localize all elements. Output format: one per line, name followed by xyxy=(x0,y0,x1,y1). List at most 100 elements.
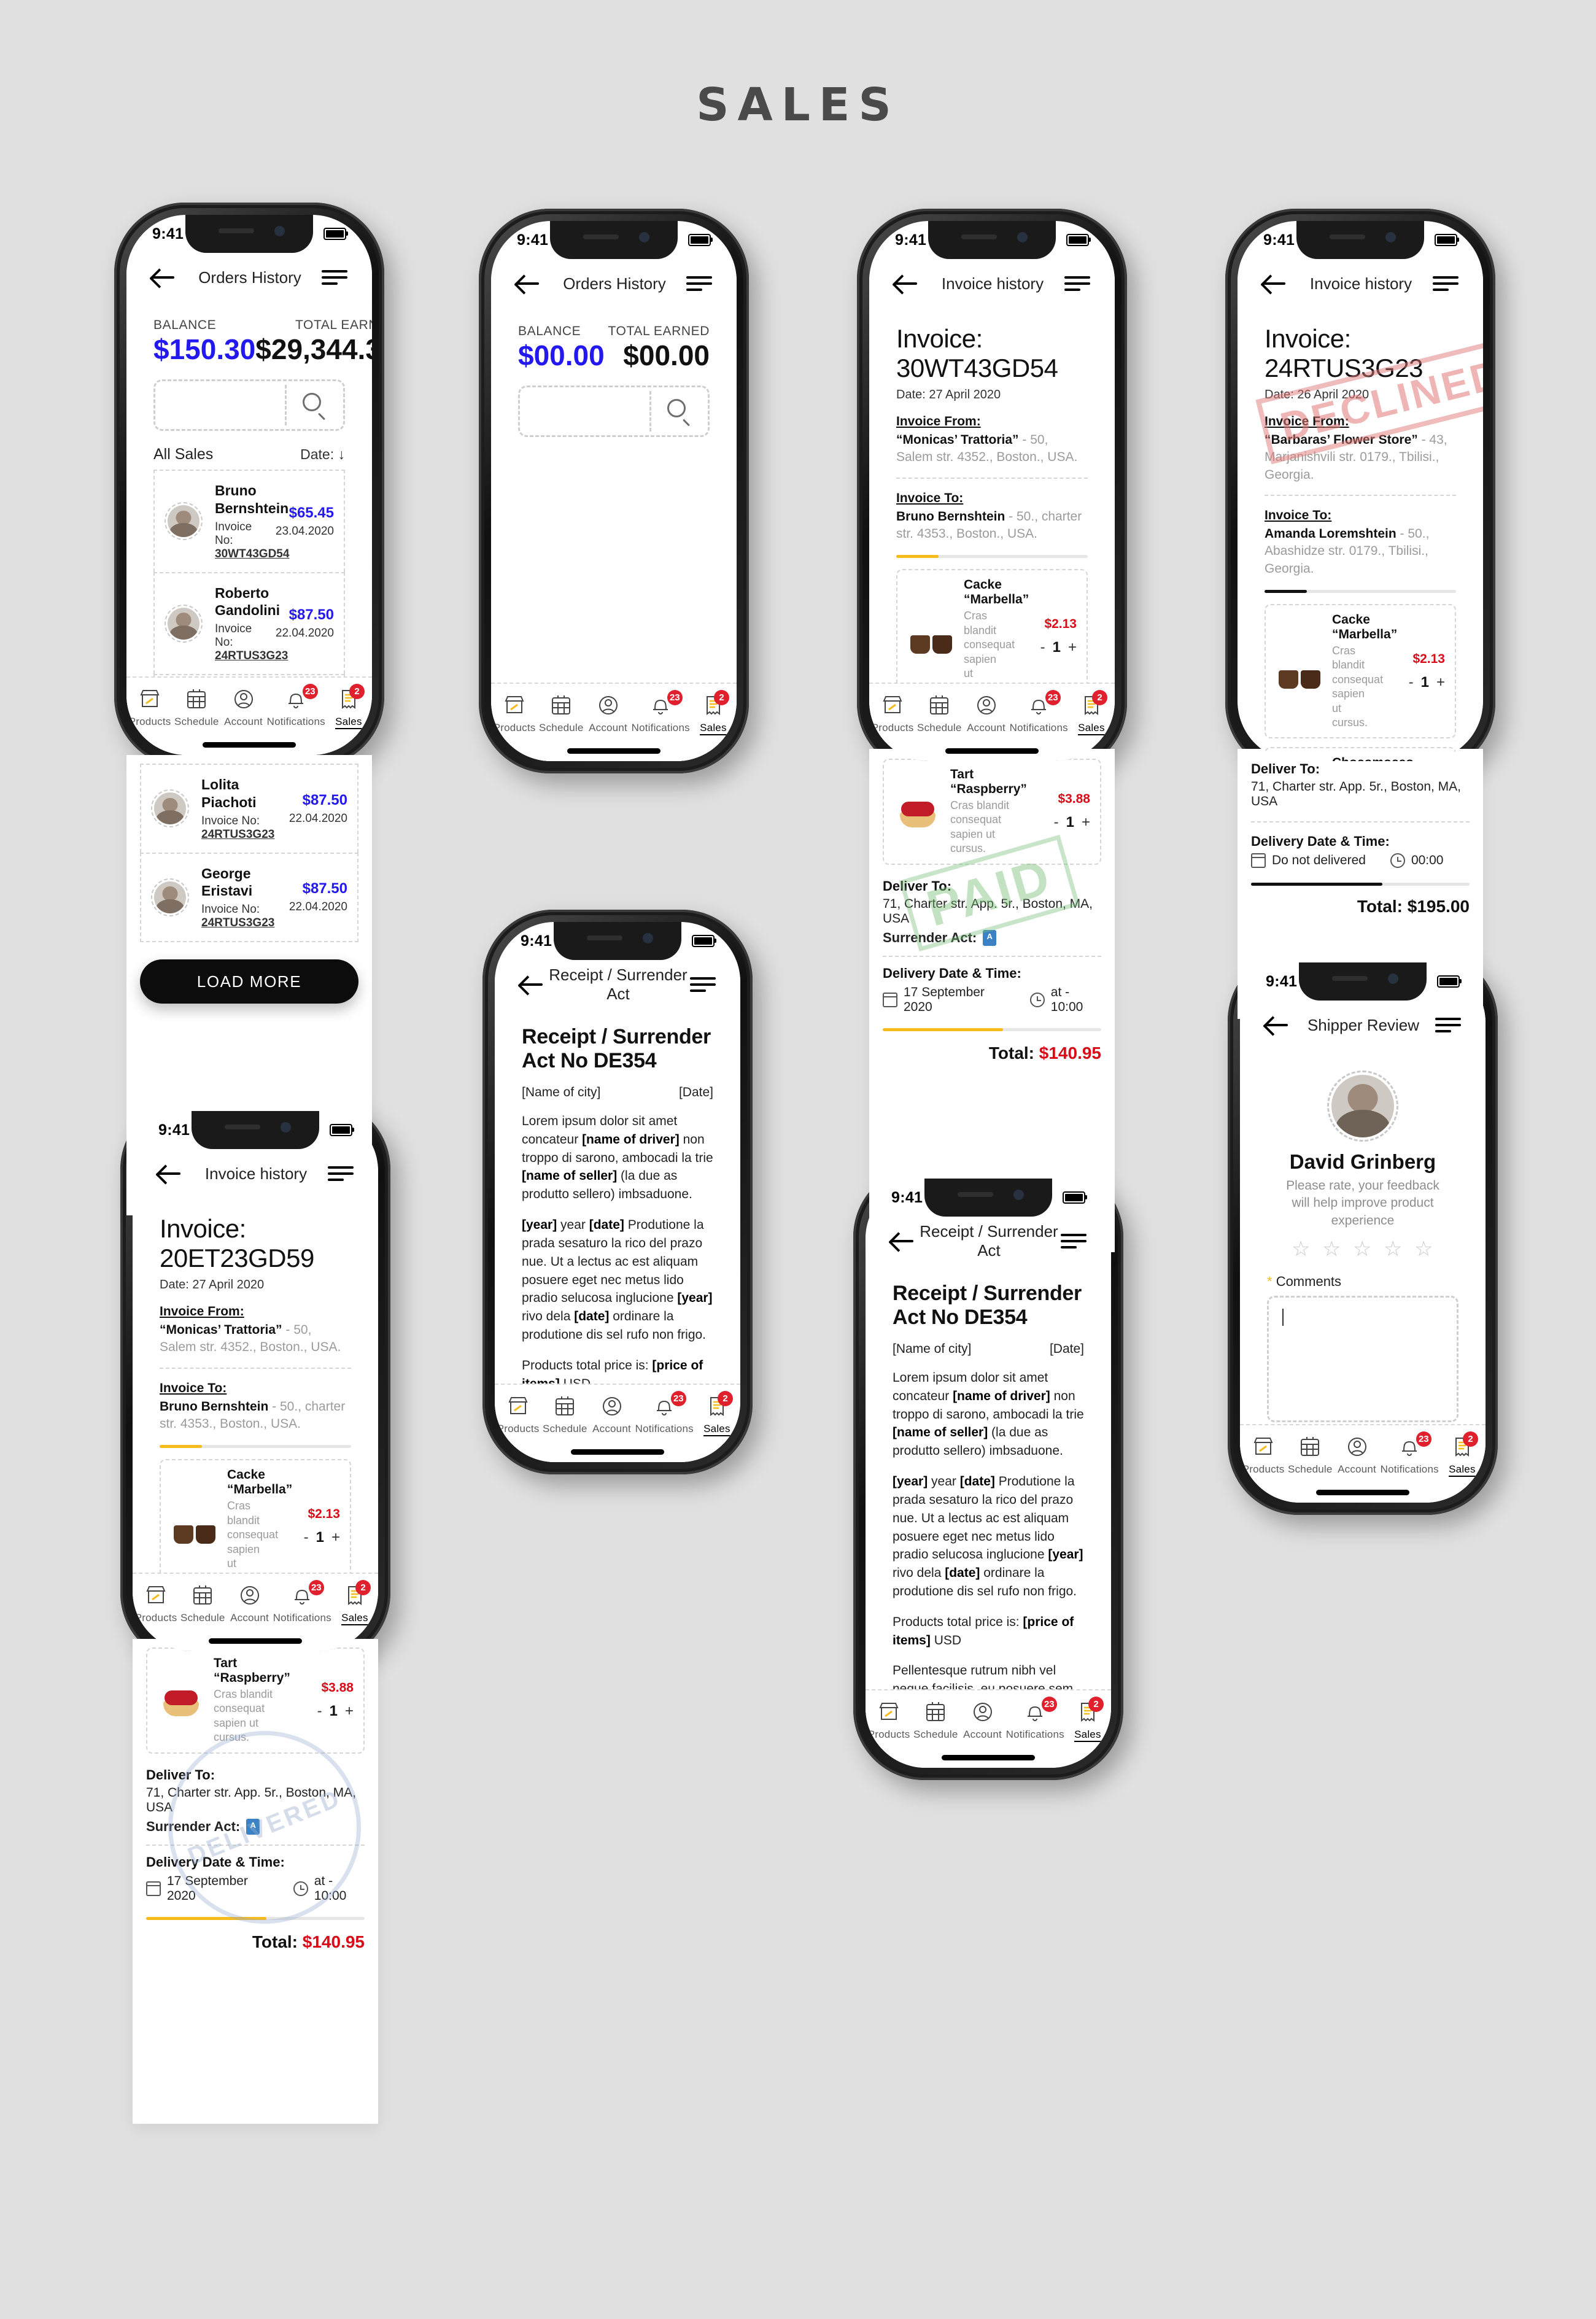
hamburger-menu-icon[interactable] xyxy=(1435,1016,1461,1034)
search-icon[interactable] xyxy=(303,393,327,417)
qty-decrement[interactable]: - xyxy=(1040,639,1045,656)
star-5[interactable]: ☆ xyxy=(1414,1239,1434,1260)
quantity-stepper[interactable]: -1 + xyxy=(273,1529,340,1546)
invoice-number[interactable]: 24RTUS3G23 xyxy=(201,828,274,841)
tab-schedule[interactable]: Schedule xyxy=(1287,1434,1333,1476)
tab-notifications[interactable]: 23 Notifications xyxy=(1006,1697,1064,1741)
pdf-icon[interactable] xyxy=(246,1818,260,1835)
tab-products[interactable]: Products xyxy=(495,1393,541,1435)
search-input[interactable] xyxy=(153,379,345,431)
back-arrow-icon[interactable] xyxy=(519,974,546,996)
surrender-act-row[interactable]: Surrender Act: xyxy=(883,929,1101,946)
back-arrow-icon[interactable] xyxy=(1265,1014,1292,1036)
tab-notifications[interactable]: 23 Notifications xyxy=(1010,690,1068,734)
invoice-number[interactable]: 24RTUS3G23 xyxy=(215,649,288,662)
star-4[interactable]: ☆ xyxy=(1384,1239,1403,1260)
star-rating[interactable]: ☆ ☆ ☆ ☆ ☆ xyxy=(1240,1239,1486,1260)
tab-products[interactable]: Products xyxy=(869,692,916,734)
tab-account[interactable]: Account xyxy=(584,692,631,734)
tab-account[interactable]: Account xyxy=(1333,1434,1380,1476)
tab-sales[interactable]: 2 Sales xyxy=(325,684,372,729)
qty-increment[interactable]: + xyxy=(1068,639,1077,656)
tab-account[interactable]: Account xyxy=(963,692,1009,734)
hamburger-menu-icon[interactable] xyxy=(328,1165,354,1182)
tab-notifications[interactable]: 23 Notifications xyxy=(267,684,325,728)
tab-schedule[interactable]: Schedule xyxy=(173,686,220,728)
qty-decrement[interactable]: - xyxy=(317,1703,322,1720)
tab-products[interactable]: Products xyxy=(866,1699,912,1741)
invoice-number[interactable]: 24RTUS3G23 xyxy=(201,916,274,929)
hamburger-menu-icon[interactable] xyxy=(690,976,716,993)
search-input[interactable] xyxy=(518,385,710,437)
document-meta: [Name of city] [Date] xyxy=(495,1073,740,1100)
tab-schedule[interactable]: Schedule xyxy=(916,692,963,734)
tab-sales[interactable]: 2 Sales xyxy=(1064,1697,1111,1742)
search-icon[interactable] xyxy=(667,399,692,424)
invoice-number[interactable]: 30WT43GD54 xyxy=(215,548,289,560)
star-1[interactable]: ☆ xyxy=(1292,1239,1311,1260)
table-row[interactable]: Bruno Bernshtein Invoice No: 30WT43GD54 … xyxy=(153,470,345,572)
tab-notifications[interactable]: 23 Notifications xyxy=(635,1391,694,1435)
surrender-act-row[interactable]: Surrender Act: xyxy=(146,1818,365,1835)
back-arrow-icon[interactable] xyxy=(890,1230,917,1252)
delivery-datetime-values: 17 September 2020 at - 10:00 xyxy=(883,985,1101,1015)
back-arrow-icon[interactable] xyxy=(1262,273,1289,295)
tab-sales[interactable]: 2 Sales xyxy=(1068,690,1115,735)
star-3[interactable]: ☆ xyxy=(1353,1239,1373,1260)
table-row[interactable]: Roberto Gandolini Invoice No: 24RTUS3G23… xyxy=(153,571,345,674)
tab-notifications[interactable]: 23 Notifications xyxy=(273,1580,331,1624)
quantity-stepper[interactable]: -1 + xyxy=(1009,639,1077,656)
tab-notifications[interactable]: 23 Notifications xyxy=(1381,1431,1439,1476)
product-price: $3.88 xyxy=(321,1681,354,1695)
tab-products[interactable]: Products xyxy=(126,686,173,728)
hamburger-menu-icon[interactable] xyxy=(686,275,712,292)
tab-account[interactable]: Account xyxy=(220,686,266,728)
tab-account[interactable]: Account xyxy=(588,1393,635,1435)
hamburger-menu-icon[interactable] xyxy=(322,269,347,286)
back-arrow-icon[interactable] xyxy=(151,266,178,288)
sales-badge: 2 xyxy=(349,684,365,699)
sort-by-date-control[interactable]: Date: ↓ xyxy=(300,446,345,463)
table-row[interactable]: Lolita Piachoti Invoice No: 24RTUS3G23 $… xyxy=(140,764,358,853)
tab-schedule[interactable]: Schedule xyxy=(541,1393,588,1435)
load-more-button[interactable]: LOAD MORE xyxy=(140,959,358,1004)
qty-decrement[interactable]: - xyxy=(304,1529,309,1546)
pdf-icon[interactable] xyxy=(983,929,997,946)
quantity-stepper[interactable]: -1 + xyxy=(286,1703,354,1720)
quantity-stepper[interactable]: -1 + xyxy=(1023,814,1090,831)
tab-products[interactable]: Products xyxy=(133,1582,179,1624)
qty-decrement[interactable]: - xyxy=(1409,674,1414,691)
qty-increment[interactable]: + xyxy=(331,1529,340,1546)
qty-decrement[interactable]: - xyxy=(1054,814,1059,831)
back-arrow-icon[interactable] xyxy=(516,273,543,295)
tab-account[interactable]: Account xyxy=(959,1699,1005,1741)
list-item[interactable]: ChocomoccoCras blandit consequat sapien … xyxy=(1265,747,1456,761)
comments-input[interactable] xyxy=(1267,1296,1458,1423)
tab-sales[interactable]: 2 Sales xyxy=(1439,1431,1486,1477)
tab-products[interactable]: Products xyxy=(491,692,538,734)
tab-sales[interactable]: 2 Sales xyxy=(331,1580,378,1625)
tab-account[interactable]: Account xyxy=(226,1582,273,1624)
tab-notifications[interactable]: 23 Notifications xyxy=(632,690,690,734)
table-row[interactable]: George Eristavi Invoice No: 24RTUS3G23 $… xyxy=(140,852,358,942)
tab-sales[interactable]: 2 Sales xyxy=(690,690,737,735)
tab-schedule[interactable]: Schedule xyxy=(179,1582,226,1624)
tab-sales[interactable]: 2 Sales xyxy=(694,1391,740,1436)
tab-schedule[interactable]: Schedule xyxy=(538,692,584,734)
hamburger-menu-icon[interactable] xyxy=(1064,275,1090,292)
quantity-stepper[interactable]: -1 + xyxy=(1377,674,1445,691)
back-arrow-icon[interactable] xyxy=(157,1163,184,1185)
qty-increment[interactable]: + xyxy=(345,1703,354,1720)
hamburger-menu-icon[interactable] xyxy=(1061,1233,1087,1250)
list-item[interactable]: Tart “Raspberry” Cras blandit consequat … xyxy=(883,759,1101,865)
list-item[interactable]: Cacke “Marbella” Cras blandit consequat s… xyxy=(1265,604,1456,739)
tab-schedule[interactable]: Schedule xyxy=(912,1699,959,1741)
qty-increment[interactable]: + xyxy=(1436,674,1445,691)
star-2[interactable]: ☆ xyxy=(1322,1239,1342,1260)
delivery-datetime-values: 17 September 2020 at - 10:00 xyxy=(146,1874,365,1903)
back-arrow-icon[interactable] xyxy=(894,273,921,295)
tab-products[interactable]: Products xyxy=(1240,1434,1287,1476)
hamburger-menu-icon[interactable] xyxy=(1433,275,1458,292)
list-item[interactable]: Tart “Raspberry” Cras blandit consequat s… xyxy=(146,1647,365,1754)
qty-increment[interactable]: + xyxy=(1082,814,1090,831)
